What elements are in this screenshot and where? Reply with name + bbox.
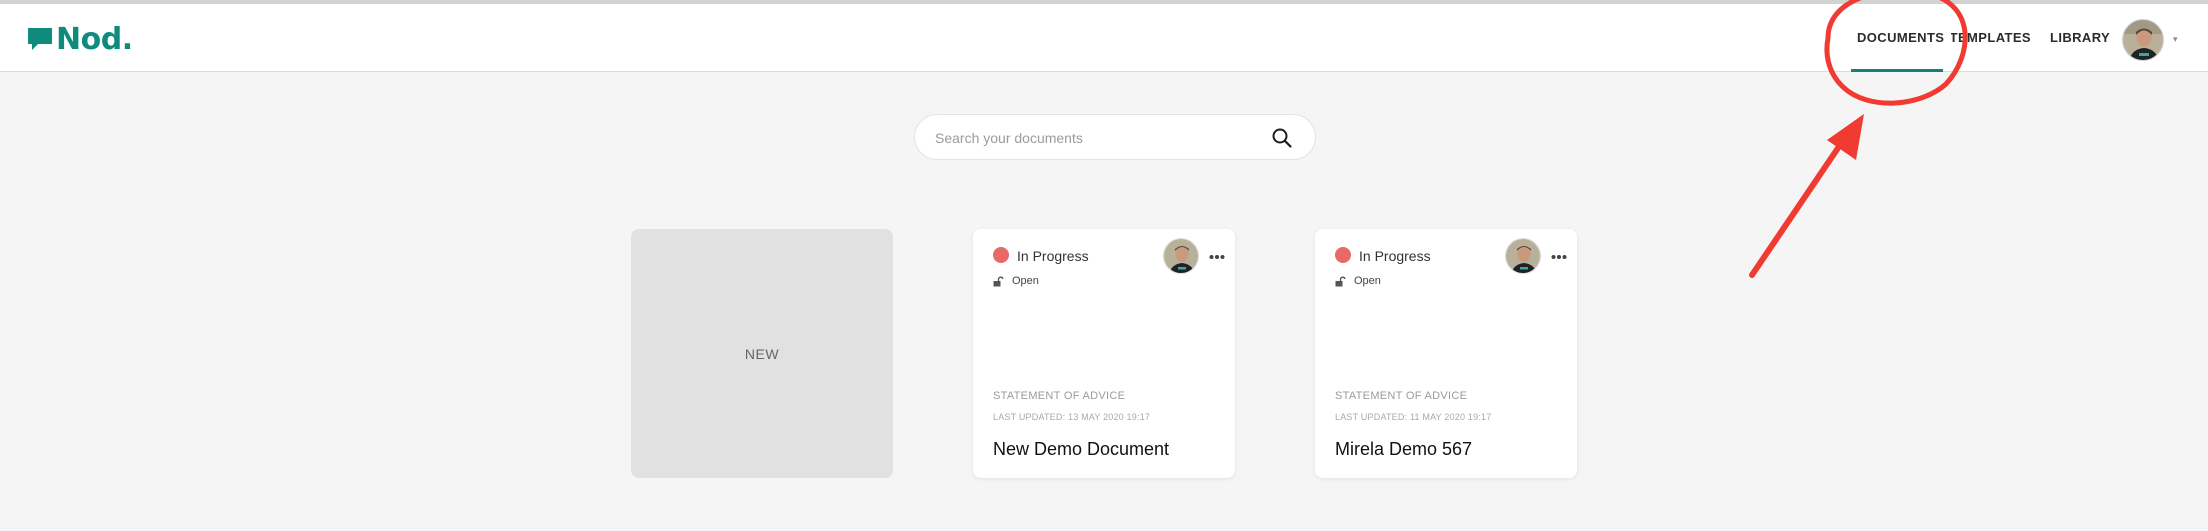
- unlock-icon: [1335, 276, 1346, 287]
- document-type: STATEMENT OF ADVICE: [1335, 390, 1468, 402]
- nav-documents[interactable]: DOCUMENTS: [1857, 30, 1944, 50]
- nod-logo[interactable]: Nod.: [26, 21, 133, 57]
- search-bar: [914, 114, 1316, 160]
- document-card[interactable]: In Progress Open STATEMENT OF ADVICE LAS…: [1315, 229, 1577, 478]
- logo-text: Nod.: [56, 21, 133, 57]
- owner-avatar: [1505, 238, 1541, 274]
- more-options-icon[interactable]: [1209, 254, 1225, 260]
- document-card[interactable]: In Progress Open STATEMENT OF ADVICE LAS…: [973, 229, 1235, 478]
- pointer-arrowhead: [1827, 114, 1864, 160]
- new-document-card[interactable]: NEW: [631, 229, 893, 478]
- owner-avatar: [1163, 238, 1199, 274]
- user-avatar[interactable]: [2122, 19, 2164, 61]
- nav-library[interactable]: LIBRARY: [2050, 30, 2110, 50]
- status-text: In Progress: [1359, 248, 1431, 264]
- caret-down-icon[interactable]: ▾: [2173, 34, 2178, 45]
- last-updated: LAST UPDATED: 13 MAY 2020 19:17: [993, 412, 1151, 422]
- more-options-icon[interactable]: [1551, 254, 1567, 260]
- status-text: In Progress: [1017, 248, 1089, 264]
- search-icon[interactable]: [1271, 127, 1293, 149]
- avatar-photo: [2123, 20, 2163, 60]
- pointer-arrow: [1749, 145, 1841, 278]
- document-title: Mirela Demo 567: [1335, 439, 1473, 459]
- active-tab-indicator: [1851, 69, 1943, 72]
- status-dot: [993, 247, 1009, 263]
- speech-bubble-icon: [28, 28, 52, 50]
- unlock-icon: [993, 276, 1004, 287]
- status-dot: [1335, 247, 1351, 263]
- nav-templates-label: TEMPLATES: [1951, 30, 2031, 45]
- nav-templates[interactable]: TEMPLATES: [1951, 30, 2031, 50]
- access-text: Open: [1354, 275, 1381, 287]
- document-type: STATEMENT OF ADVICE: [993, 390, 1126, 402]
- new-card-label: NEW: [744, 345, 780, 362]
- search-input[interactable]: [935, 127, 1255, 149]
- document-title: New Demo Document: [993, 439, 1170, 459]
- last-updated: LAST UPDATED: 11 MAY 2020 19:17: [1335, 412, 1492, 422]
- top-navbar: Nod. DOCUMENTS TEMPLATES LIBRARY ▾: [0, 4, 2208, 72]
- access-text: Open: [1012, 275, 1039, 287]
